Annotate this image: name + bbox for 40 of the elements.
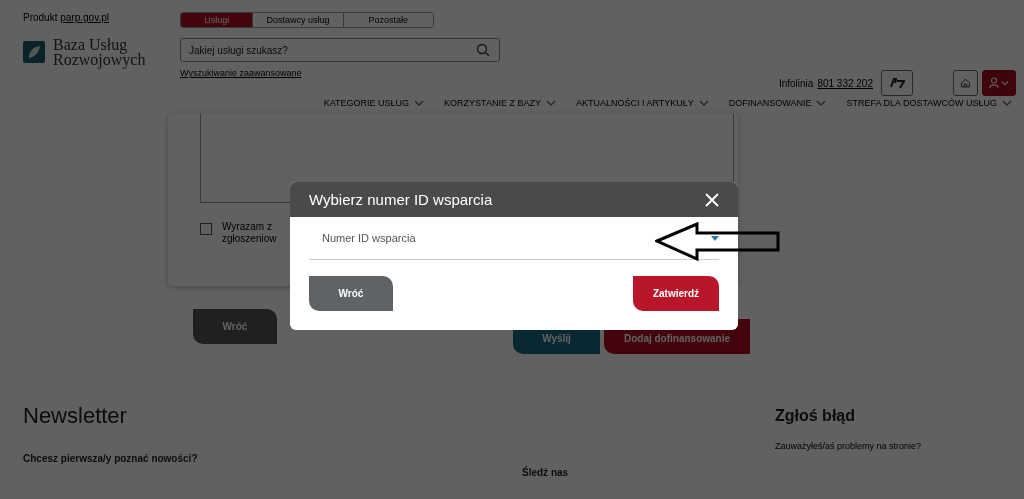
home-button[interactable] [953, 70, 978, 96]
logo-text: Baza Usług Rozwojowych [53, 37, 146, 67]
nav-menu-item[interactable]: AKTUALNOŚCI I ARTYKUŁY [575, 96, 709, 110]
user-menu-button[interactable] [982, 70, 1016, 96]
sign-language-button[interactable] [881, 70, 913, 96]
chevron-down-icon [1002, 99, 1012, 107]
newsletter-prompt: Chcesz pierwsza/y poznać nowości? [23, 453, 199, 464]
dialog-button[interactable]: Wróć [309, 276, 393, 311]
user-icon [989, 76, 1009, 90]
dialog-button[interactable]: Zatwierdź [633, 276, 719, 311]
hotline-link[interactable]: 801 332 202 [817, 77, 873, 89]
report-prompt: Zauważyłeś/aś problemy na stronie? [775, 441, 922, 451]
nav-menu-item[interactable]: KORZYSTANIE Z BAZY [444, 96, 556, 110]
advanced-search-link[interactable]: Wyszukiwanie zaawansowane [180, 68, 302, 78]
consent-checkbox[interactable] [200, 223, 212, 235]
chevron-down-icon [816, 99, 827, 107]
chevron-down-icon [414, 99, 425, 107]
product-label: Produkt [23, 12, 58, 23]
hotline-label: Infolinia [778, 77, 814, 89]
nav-menu-item[interactable]: STREFA DLA DOSTAWCÓW USŁUG [846, 96, 1012, 110]
newsletter-heading: Newsletter [23, 403, 128, 429]
chevron-down-icon [545, 99, 556, 107]
nav-menu-item[interactable]: DOFINANSOWANIE [728, 96, 827, 110]
search-tab[interactable]: Usługi [181, 13, 254, 27]
consent-text: Wyrazam z zgłoszeniow [222, 221, 277, 245]
close-icon[interactable] [705, 192, 719, 207]
leaf-logo-icon [23, 41, 45, 63]
search-field[interactable]: Jakiej usługi szukasz? [180, 38, 500, 62]
home-icon [960, 76, 971, 90]
hands-icon [889, 77, 905, 89]
modal-title: Wybierz numer ID wsparcia [309, 191, 493, 208]
follow-heading: Śledź nas [522, 467, 570, 478]
product-link[interactable]: parp.gov.pl [60, 12, 109, 23]
nav-menu-item[interactable]: KATEGORIE USŁUG [323, 96, 425, 110]
chevron-down-icon [698, 99, 709, 107]
report-heading: Zgłoś błąd [775, 407, 856, 425]
dropdown-caret-icon [711, 235, 719, 241]
search-icon[interactable] [476, 43, 490, 57]
form-button[interactable]: Wróć [193, 309, 277, 344]
id-select-field[interactable]: Numer ID wsparcia [309, 217, 719, 260]
